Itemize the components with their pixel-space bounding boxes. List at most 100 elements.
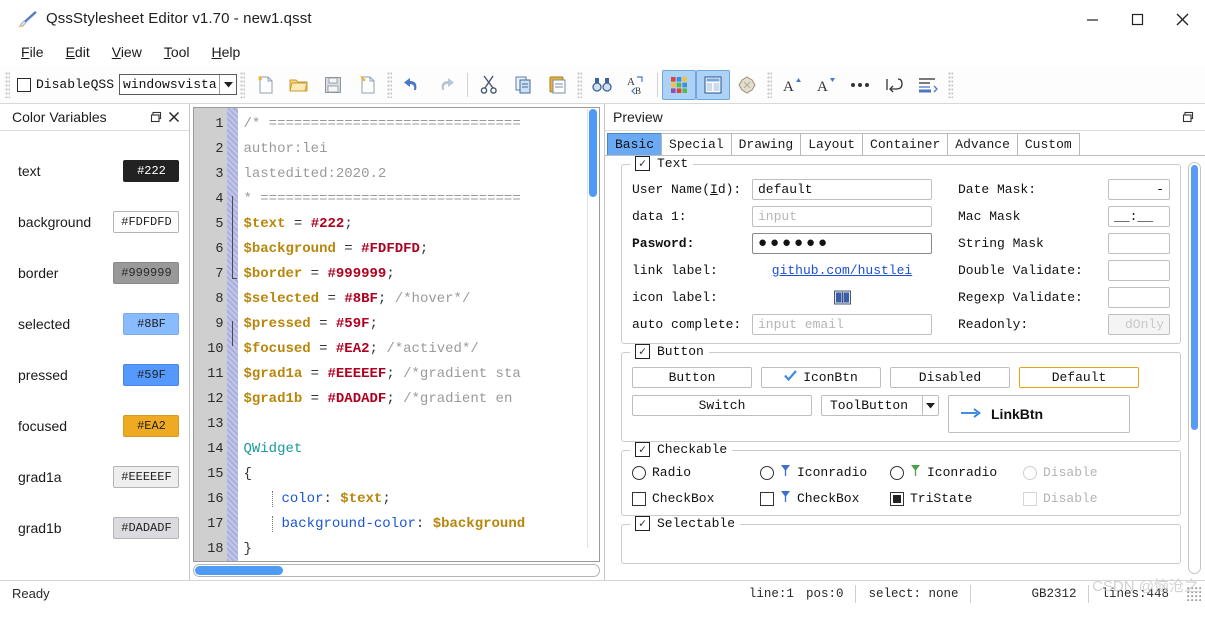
toolbar-grip-6[interactable] [948, 71, 954, 98]
ellipsis-icon[interactable] [843, 70, 877, 100]
text-group-checkbox[interactable]: ✓ [635, 156, 650, 171]
maximize-button[interactable] [1115, 0, 1160, 38]
cut-button[interactable] [472, 70, 506, 100]
mac-mask-input[interactable]: __:__ [1108, 206, 1170, 227]
password-input[interactable]: ●●●●●● [752, 233, 932, 254]
radio-icon[interactable] [890, 465, 904, 480]
save-file-button[interactable] [316, 70, 350, 100]
style-combo[interactable]: windowsvista [119, 74, 238, 95]
preview-button[interactable]: Button [632, 367, 752, 388]
radio-icon[interactable] [632, 465, 646, 480]
double-validate-input[interactable] [1108, 260, 1170, 281]
menu-file[interactable]: File [10, 41, 55, 63]
link-button[interactable]: LinkBtn [948, 395, 1130, 433]
tool-button[interactable]: ToolButton [821, 395, 939, 416]
checkbox-icon[interactable] [760, 491, 774, 506]
close-button[interactable] [1160, 0, 1205, 38]
tab-custom[interactable]: Custom [1016, 133, 1080, 155]
tristate-checkbox-icon[interactable] [890, 491, 904, 506]
open-file-button[interactable] [282, 70, 316, 100]
minimize-button[interactable] [1070, 0, 1115, 38]
code-editor[interactable]: 1 2 3 4 5 6 7 8 9 10 11 12 13 14 15 − 16… [193, 107, 600, 562]
radio-icon-green[interactable]: Iconradio [890, 464, 1023, 481]
toolbar-grip-5[interactable] [767, 71, 773, 98]
preview-icon-button[interactable]: IconBtn [761, 367, 881, 388]
code-line: background-color: $background [243, 512, 599, 537]
color-var-name: pressed [18, 366, 68, 383]
tab-advance[interactable]: Advance [947, 133, 1018, 155]
preview-toggle[interactable] [696, 69, 731, 100]
color-var-swatch[interactable]: #EEEEEF [113, 465, 180, 488]
menu-edit[interactable]: Edit [55, 41, 101, 63]
font-smaller-icon[interactable]: A [809, 70, 843, 100]
tab-container[interactable]: Container [862, 133, 949, 155]
color-var-swatch[interactable]: #EA2 [123, 414, 180, 437]
scrollbar-thumb[interactable] [195, 566, 284, 575]
color-var-swatch[interactable]: #222 [123, 159, 180, 182]
editor-horizontal-scrollbar[interactable] [193, 564, 600, 577]
tab-special[interactable]: Special [661, 133, 732, 155]
color-var-swatch[interactable]: #59F [123, 363, 180, 386]
copy-button[interactable] [506, 70, 540, 100]
preview-default-button[interactable]: Default [1019, 367, 1139, 388]
new-file-button[interactable] [248, 70, 282, 100]
tab-layout[interactable]: Layout [800, 133, 864, 155]
tab-drawing[interactable]: Drawing [730, 133, 802, 155]
username-input[interactable]: default [752, 179, 932, 200]
github-link[interactable]: github.com/hustlei [752, 263, 932, 278]
color-var-swatch[interactable]: #999999 [113, 261, 180, 284]
menu-tool[interactable]: Tool [153, 41, 201, 63]
close-icon[interactable] [165, 108, 183, 126]
radio-plain[interactable]: Radio [632, 465, 760, 480]
replace-button[interactable]: A B [619, 70, 653, 100]
radio-label: Radio [652, 465, 692, 480]
toolbar-grip-3[interactable] [387, 71, 393, 98]
compile-button[interactable] [730, 70, 764, 100]
word-wrap-icon[interactable] [877, 70, 911, 100]
radio-icon[interactable] [760, 465, 774, 480]
color-var-swatch[interactable]: #8BF [123, 312, 180, 335]
color-var-swatch[interactable]: #FDFDFD [113, 210, 180, 233]
editor-vertical-scrollbar[interactable] [587, 109, 598, 548]
color-panel-toggle[interactable] [662, 69, 697, 100]
regexp-validate-input[interactable] [1108, 287, 1170, 308]
toolbar-grip-2[interactable] [240, 71, 246, 98]
menu-help[interactable]: Help [201, 41, 252, 63]
fold-margin[interactable] [227, 108, 239, 561]
checkbox-icon-blue[interactable]: CheckBox [760, 490, 890, 507]
undo-button[interactable] [395, 70, 429, 100]
scrollbar-thumb[interactable] [589, 109, 597, 197]
color-var-swatch[interactable]: #DADADF [113, 516, 180, 539]
checkbox-tristate[interactable]: TriState [890, 491, 1023, 506]
scrollbar-thumb[interactable] [1191, 165, 1198, 430]
checkable-group-checkbox[interactable]: ✓ [635, 442, 650, 457]
disable-qss-checkbox[interactable] [17, 77, 31, 92]
redo-button[interactable] [429, 70, 463, 100]
auto-complete-input[interactable]: input email [752, 314, 932, 335]
restore-icon[interactable] [147, 108, 165, 126]
indent-icon[interactable] [911, 70, 945, 100]
string-mask-input[interactable] [1108, 233, 1170, 254]
switch-button[interactable]: Switch [632, 395, 812, 416]
button-group-checkbox[interactable]: ✓ [635, 344, 650, 359]
checkbox-icon[interactable] [632, 491, 646, 506]
chevron-down-icon[interactable] [922, 396, 938, 415]
date-mask-input[interactable]: - [1108, 179, 1170, 200]
preview-vertical-scrollbar[interactable] [1188, 162, 1201, 574]
checkbox-plain[interactable]: CheckBox [632, 491, 760, 506]
toolbar-grip[interactable] [5, 71, 10, 98]
menu-view[interactable]: View [101, 41, 153, 63]
find-button[interactable] [585, 70, 619, 100]
radio-icon-blue[interactable]: Iconradio [760, 464, 890, 481]
tab-basic[interactable]: Basic [607, 133, 663, 155]
data1-input[interactable]: input [752, 206, 932, 227]
toolbar-grip-4[interactable] [577, 71, 583, 98]
paste-button[interactable] [540, 70, 574, 100]
font-larger-icon[interactable]: A [775, 70, 809, 100]
selectable-group-checkbox[interactable]: ✓ [635, 516, 650, 531]
resize-grip[interactable] [1187, 586, 1201, 601]
save-as-button[interactable] [350, 70, 384, 100]
code-text-area[interactable]: /* ============================== author… [238, 108, 599, 561]
button-group-label: Button [657, 344, 704, 359]
restore-icon[interactable] [1179, 108, 1197, 126]
